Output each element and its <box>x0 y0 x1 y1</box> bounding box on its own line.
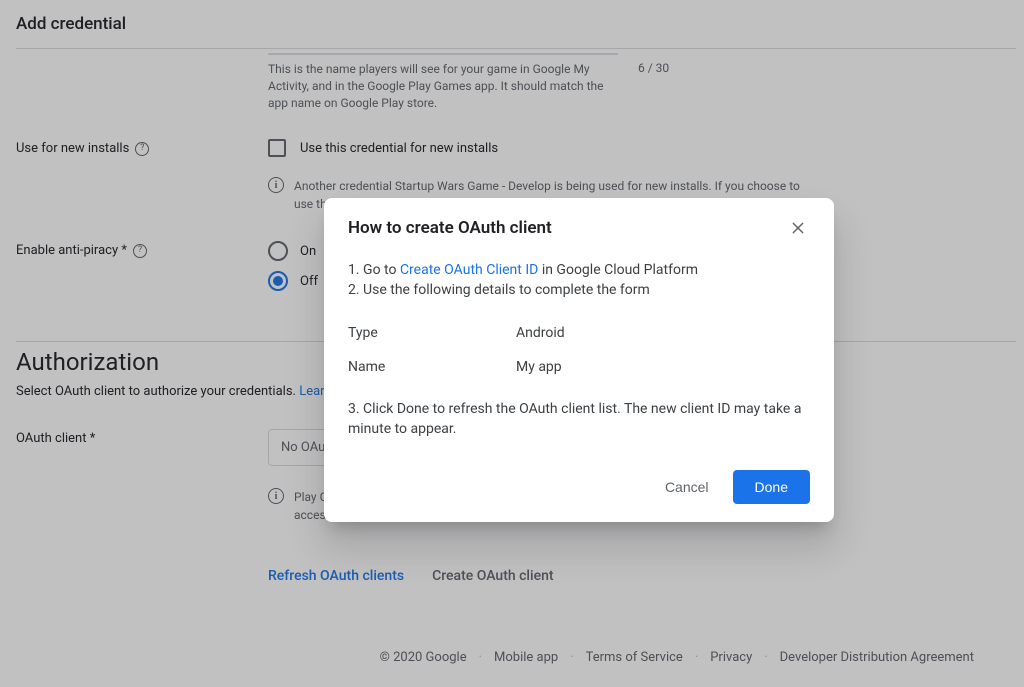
cancel-button[interactable]: Cancel <box>653 471 721 503</box>
create-oauth-client-id-link[interactable]: Create OAuth Client ID <box>400 262 538 278</box>
close-icon[interactable] <box>786 216 810 240</box>
dialog-step2: 2. Use the following details to complete… <box>348 280 810 300</box>
dialog-type-label: Type <box>348 323 516 343</box>
dialog-name-value: My app <box>516 357 562 377</box>
dialog-title: How to create OAuth client <box>348 218 552 238</box>
dialog-step1: 1. Go to Create OAuth Client ID in Googl… <box>348 260 810 280</box>
dialog-type-value: Android <box>516 323 565 343</box>
oauth-client-dialog: How to create OAuth client 1. Go to Crea… <box>324 198 834 522</box>
dialog-name-label: Name <box>348 357 516 377</box>
dialog-step3: 3. Click Done to refresh the OAuth clien… <box>348 399 810 440</box>
done-button[interactable]: Done <box>733 470 810 504</box>
